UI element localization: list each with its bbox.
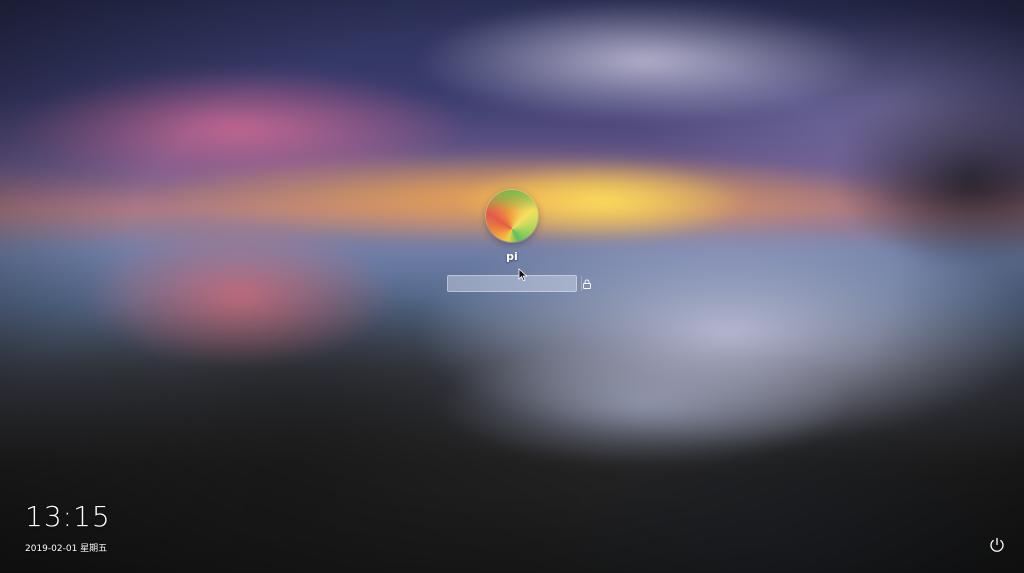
username-label: pi xyxy=(506,250,518,263)
login-panel: pi xyxy=(0,190,1024,292)
lock-icon xyxy=(583,279,591,289)
clock-time: 13:15 xyxy=(25,500,111,533)
lock-screen: pi 13:15 2019-02-01 星期五 xyxy=(0,0,1024,573)
password-field-container xyxy=(447,275,591,292)
password-input[interactable] xyxy=(448,276,581,291)
clock-date: 2019-02-01 星期五 xyxy=(25,544,108,554)
power-button[interactable] xyxy=(987,535,1007,555)
mouse-cursor-icon xyxy=(518,268,528,282)
user-avatar[interactable] xyxy=(486,190,538,242)
power-icon xyxy=(990,537,1004,552)
unlock-button[interactable] xyxy=(581,276,592,291)
